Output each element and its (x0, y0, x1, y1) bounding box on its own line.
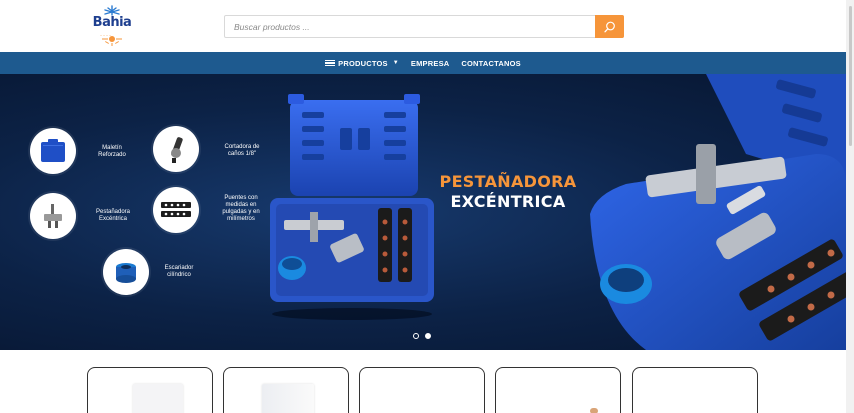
search-box (224, 15, 624, 38)
search-button[interactable] (595, 15, 624, 38)
main-nav: PRODUCTOS ▼ EMPRESA CONTACTANOS (0, 52, 846, 74)
scrollbar-thumb[interactable] (849, 6, 852, 146)
search-icon (603, 21, 615, 32)
feature-label: Pestañadora Excéntrica (95, 209, 131, 222)
hero-headline-line1: PESTAÑADORA (439, 172, 577, 191)
pipe-cutter-icon (153, 126, 199, 172)
product-card[interactable] (87, 367, 213, 413)
case-icon (30, 128, 76, 174)
search-input[interactable] (225, 16, 597, 37)
reamer-icon (103, 249, 149, 295)
product-card[interactable] (632, 367, 758, 413)
nav-item-empresa[interactable]: EMPRESA (411, 59, 450, 68)
hero-headline-line2: EXCÉNTRICA (450, 192, 566, 211)
nav-item-label: EMPRESA (410, 58, 450, 68)
slider-dots (413, 333, 431, 339)
nav-item-contactanos[interactable]: CONTACTANOS (461, 59, 520, 68)
tool-case-image (270, 94, 434, 320)
menu-icon (325, 59, 336, 67)
site-header: ~ ~ ~ ~ Bahia (0, 0, 846, 52)
flaring-tool-icon (30, 193, 76, 239)
nav-item-label: PRODUCTOS (338, 58, 388, 68)
hero-slider[interactable]: Maletín Reforzado Cortadora de caños 1/8… (0, 74, 846, 350)
hero-headline: PESTAÑADORA EXCÉNTRICA (428, 172, 588, 211)
logo-text: Bahia (92, 15, 132, 30)
brand-logo[interactable]: ~ ~ ~ ~ Bahia (90, 5, 134, 47)
nav-item-productos[interactable]: PRODUCTOS ▼ (325, 59, 399, 68)
flaring-bar-icon (153, 187, 199, 233)
product-image (133, 384, 183, 413)
tool-closeup-image (590, 74, 846, 350)
product-image (590, 408, 598, 413)
product-card[interactable] (359, 367, 485, 413)
svg-text:~ ~ ~ ~: ~ ~ ~ ~ (100, 34, 111, 38)
slider-dot-1[interactable] (413, 333, 419, 339)
feature-label: Maletín Reforzado (98, 145, 126, 158)
chevron-down-icon: ▼ (392, 60, 399, 66)
product-card[interactable] (223, 367, 349, 413)
feature-label: Escariador cilíndrico (164, 265, 194, 278)
nav-item-label: CONTACTANOS (461, 58, 521, 68)
product-image (262, 384, 314, 413)
slider-dot-2[interactable] (425, 333, 431, 339)
product-card[interactable] (495, 367, 621, 413)
